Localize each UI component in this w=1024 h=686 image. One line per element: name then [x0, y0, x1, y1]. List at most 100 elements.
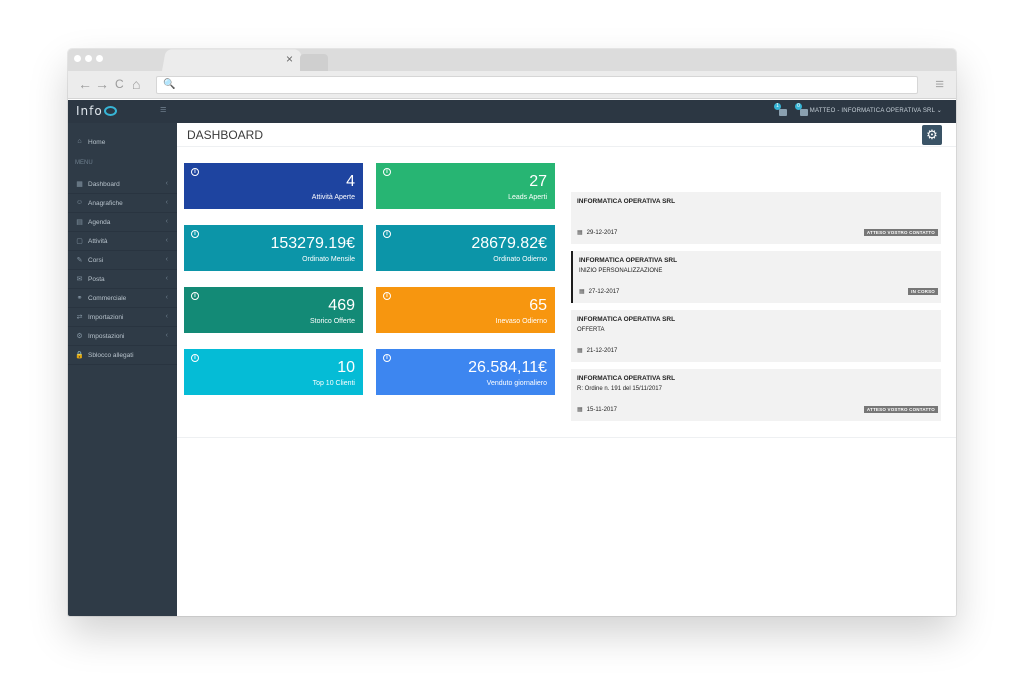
stat-tile[interactable]: i 27 Leads Aperti [376, 163, 555, 209]
stat-tile[interactable]: i 4 Attività Aperte [184, 163, 363, 209]
browser-titlebar: × [68, 49, 956, 72]
activity-date: ▦ 21-12-2017 [577, 347, 617, 354]
sidebar-item-attivit-[interactable]: ▢ Attività ‹ [68, 232, 177, 251]
stat-value: 65 [529, 297, 547, 314]
new-tab-button[interactable] [300, 54, 328, 71]
sidebar-item-icon: 🔒 [75, 352, 84, 359]
chevron-left-icon: ‹ [165, 180, 168, 187]
settings-button[interactable]: ⚙ [922, 125, 942, 145]
stat-value: 153279.19€ [270, 235, 355, 252]
messages-icon[interactable]: 1 [774, 103, 789, 117]
sidebar-item-commerciale[interactable]: ⚭ Commerciale ‹ [68, 289, 177, 308]
stat-tile[interactable]: i 469 Storico Offerte [184, 287, 363, 333]
app: Info ≡ 10 MATTEO - INFORMATICA OPERATIVA… [68, 100, 956, 616]
stat-label: Attività Aperte [311, 194, 355, 201]
activity-card[interactable]: INFORMATICA OPERATIVA SRL INIZIO PERSONAL… [571, 251, 941, 303]
browser-tab[interactable] [161, 49, 305, 72]
activity-card[interactable]: INFORMATICA OPERATIVA SRL OFFERTA ▦ 21-12-2… [571, 310, 941, 362]
stat-tile[interactable]: i 10 Top 10 Clienti [184, 349, 363, 395]
chevron-left-icon: ‹ [165, 199, 168, 206]
sidebar-item-anagrafiche[interactable]: ☺ Anagrafiche ‹ [68, 194, 177, 213]
sidebar-item-corsi[interactable]: ✎ Corsi ‹ [68, 251, 177, 270]
activity-company: INFORMATICA OPERATIVA SRL [577, 375, 676, 382]
activity-company: INFORMATICA OPERATIVA SRL [577, 316, 676, 323]
home-icon[interactable]: ⌂ [132, 76, 140, 92]
stat-value: 469 [328, 297, 355, 314]
chevron-left-icon: ‹ [165, 275, 168, 282]
window-controls [74, 55, 103, 62]
info-icon[interactable]: i [383, 230, 391, 238]
main-content: DASHBOARD ⚙ i 4 Attività Aperte i 27 Leads Ap… [177, 123, 956, 616]
minimize-window-dot[interactable] [85, 55, 92, 62]
forward-icon[interactable]: → [95, 76, 109, 92]
info-icon[interactable]: i [383, 292, 391, 300]
activity-date-text: 21-12-2017 [586, 348, 618, 354]
stat-tile[interactable]: i 153279.19€ Ordinato Mensile [184, 225, 363, 271]
info-icon[interactable]: i [191, 230, 199, 238]
stat-tile[interactable]: i 26.584,11€ Venduto giornaliero [376, 349, 555, 395]
info-icon[interactable]: i [191, 354, 199, 362]
chevron-left-icon: ‹ [165, 332, 168, 339]
sidebar: ⌂ Home MENU ▦ Dashboard ‹ ☺ Anagrafiche ‹ ▤ Age… [68, 123, 177, 616]
sidebar-item-label: Sblocco allegati [88, 352, 134, 359]
sidebar-item-label: Anagrafiche [88, 200, 123, 207]
home-icon: ⌂ [77, 138, 82, 145]
stat-tile[interactable]: i 28679.82€ Ordinato Odierno [376, 225, 555, 271]
stat-value: 10 [337, 359, 355, 376]
activity-subtitle: R: Ordine n. 191 del 15/11/2017 [577, 386, 662, 392]
sidebar-item-impostazioni[interactable]: ⚙ Impostazioni ‹ [68, 327, 177, 346]
sidebar-item-label: Commerciale [88, 295, 127, 302]
notifications-icon[interactable]: 0 [795, 103, 810, 117]
back-icon[interactable]: ← [78, 76, 92, 92]
maximize-window-dot[interactable] [96, 55, 103, 62]
sidebar-item-importazioni[interactable]: ⇄ Importazioni ‹ [68, 308, 177, 327]
sidebar-item-label: Attività [88, 238, 108, 245]
stat-value: 4 [346, 173, 355, 190]
activity-date: ▦ 15-11-2017 [577, 406, 617, 413]
sidebar-item-posta[interactable]: ✉ Posta ‹ [68, 270, 177, 289]
activity-card[interactable]: INFORMATICA OPERATIVA SRL ▦ 29-12-2017 ATTE… [571, 192, 941, 244]
sidebar-item-label: Corsi [88, 257, 104, 264]
chevron-left-icon: ‹ [165, 256, 168, 263]
user-menu[interactable]: MATTEO - INFORMATICA OPERATIVA SRL ⌄ [810, 107, 942, 114]
info-icon[interactable]: i [383, 354, 391, 362]
activity-subtitle: OFFERTA [577, 327, 605, 333]
browser-window: × ← → C ⌂ 🔍 ≡ Info ≡ 10 MATTEO - INFORMA… [68, 49, 956, 616]
sidebar-item-icon: ✎ [76, 257, 83, 264]
calendar-icon: ▦ [579, 289, 585, 295]
sidebar-item-agenda[interactable]: ▤ Agenda ‹ [68, 213, 177, 232]
stat-value: 27 [529, 173, 547, 190]
stat-value: 28679.82€ [471, 235, 547, 252]
sidebar-toggle-icon[interactable]: ≡ [160, 104, 166, 116]
sidebar-section-label: MENU [75, 160, 93, 166]
sidebar-item-icon: ▤ [76, 219, 83, 226]
stat-tile[interactable]: i 65 Inevaso Odierno [376, 287, 555, 333]
url-bar[interactable]: 🔍 [156, 76, 918, 94]
sidebar-item-icon: ▦ [76, 181, 83, 188]
activity-company: INFORMATICA OPERATIVA SRL [577, 198, 676, 205]
logo-mark-icon [103, 106, 117, 116]
stat-value: 26.584,11€ [468, 359, 547, 376]
activity-date-text: 27-12-2017 [588, 289, 620, 295]
close-window-dot[interactable] [74, 55, 81, 62]
reload-icon[interactable]: C [115, 77, 124, 91]
app-logo[interactable]: Info [76, 104, 117, 118]
sidebar-item-label: Agenda [88, 219, 111, 226]
sidebar-item-icon: ⚭ [76, 295, 83, 302]
sidebar-item-icon: ✉ [76, 276, 83, 283]
divider [177, 146, 956, 147]
info-icon[interactable]: i [191, 168, 199, 176]
status-badge: IN CORSO [908, 288, 938, 295]
sidebar-item-label: Dashboard [88, 181, 120, 188]
info-icon[interactable]: i [383, 168, 391, 176]
sidebar-item-dashboard[interactable]: ▦ Dashboard ‹ [68, 175, 177, 194]
browser-menu-icon[interactable]: ≡ [935, 76, 944, 93]
notification-badge: 0 [795, 103, 802, 110]
sidebar-item-sblocco-allegati[interactable]: 🔒 Sblocco allegati [68, 346, 177, 365]
stat-label: Leads Aperti [508, 194, 547, 201]
sidebar-item-home[interactable]: ⌂ Home [68, 133, 177, 152]
activity-card[interactable]: INFORMATICA OPERATIVA SRL R: Ordine n. 19… [571, 369, 941, 421]
tab-close-icon[interactable]: × [286, 52, 293, 66]
app-topbar: Info ≡ 1 0 MATTEO - INFORMATICA OPERATIVA… [68, 100, 956, 123]
info-icon[interactable]: i [191, 292, 199, 300]
